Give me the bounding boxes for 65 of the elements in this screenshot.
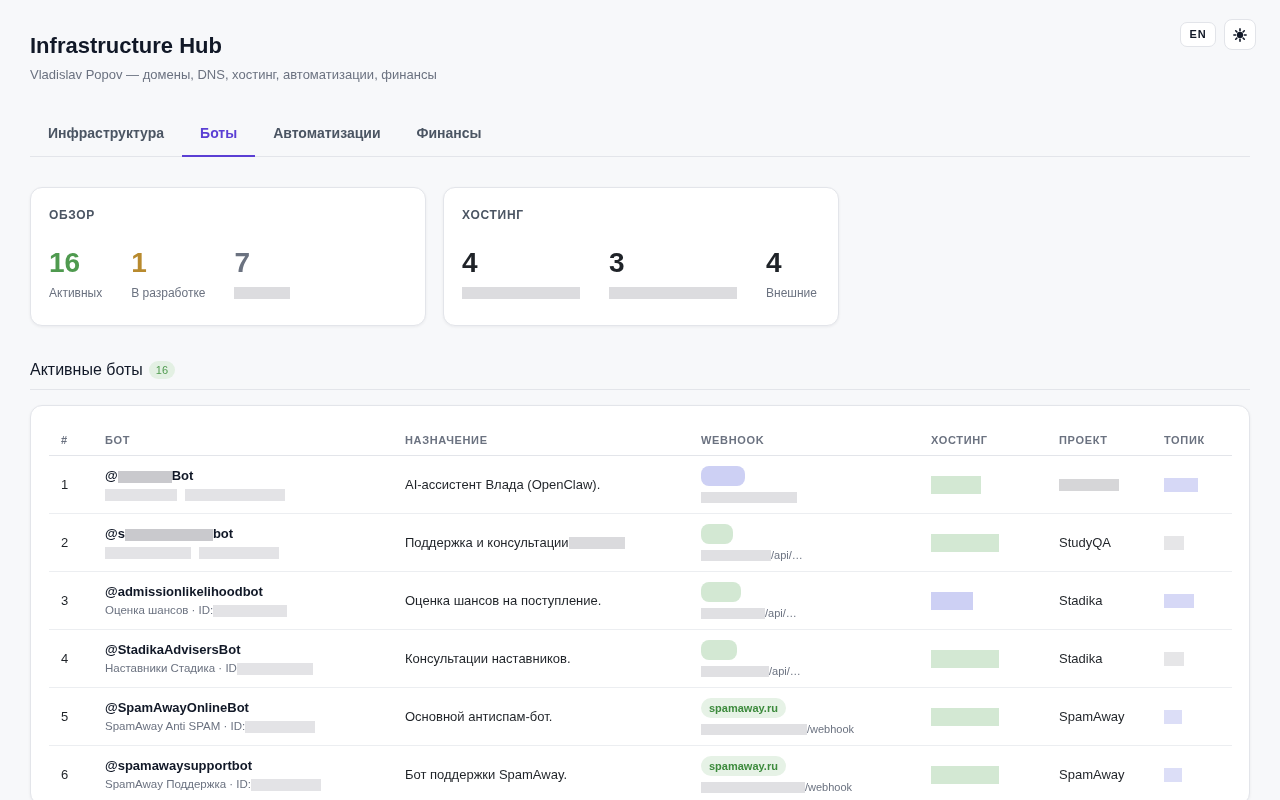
tab[interactable]: Инфраструктура: [30, 111, 183, 157]
stat-value: 7: [234, 246, 252, 280]
stat-label: Внешние: [766, 285, 817, 301]
webhook-url: /api/…: [771, 548, 803, 561]
column-header: WEBHOOK: [689, 423, 919, 456]
card-title: ХОСТИНГ: [462, 207, 525, 223]
purpose-text: AI-ассистент Влада (OpenClaw).: [405, 476, 601, 492]
bot-details: SpamAway Поддержка · ID:: [105, 778, 252, 790]
language-button[interactable]: EN: [1180, 22, 1216, 47]
webhook-url: /api/…: [769, 664, 801, 677]
bot-details: Оценка шансов · ID:: [105, 604, 214, 616]
bot-handle: @SpamAwayOnlineBot: [105, 700, 249, 715]
row-number: 4: [61, 651, 69, 666]
theme-toggle-button[interactable]: [1224, 19, 1256, 50]
column-header: ПРОЕКТ: [1047, 423, 1152, 456]
purpose-text: Поддержка и консультации: [405, 534, 569, 550]
purpose-text: Основной антиспам-бот.: [405, 708, 553, 724]
bot-handle: Bot: [171, 468, 194, 483]
count-badge: 16: [148, 361, 176, 379]
tab[interactable]: Автоматизации: [255, 111, 399, 157]
bot-handle: @spamawaysupportbot: [105, 758, 253, 773]
bot-handle: @admissionlikelihoodbot: [105, 584, 263, 599]
project-name: SpamAway: [1059, 766, 1125, 782]
card-title: ОБЗОР: [49, 207, 97, 223]
webhook-url: /webhook: [805, 780, 853, 793]
stat-value: 4: [462, 246, 479, 280]
domain-badge: spamaway.ru: [701, 755, 786, 776]
sun-icon: [1233, 27, 1247, 42]
webhook-url: /api/…: [765, 606, 797, 619]
purpose-text: Консультации наставников.: [405, 650, 571, 666]
domain-badge: spamaway.ru: [701, 697, 786, 718]
page-title: Infrastructure Hub: [30, 32, 223, 60]
column-header: БОТ: [93, 423, 393, 456]
bot-details: SpamAway Anti SPAM · ID:: [105, 720, 246, 732]
stat-label: В разработке: [131, 285, 206, 301]
stat-label: Активных: [49, 285, 103, 301]
purpose-text: Бот поддержки SpamAway.: [405, 766, 568, 782]
stat-value: 1: [131, 246, 148, 280]
project-name: StudyQA: [1059, 534, 1112, 550]
column-header: #: [49, 423, 93, 456]
tab[interactable]: Боты: [182, 111, 256, 157]
webhook-url: /webhook: [807, 722, 855, 735]
project-name: Stadika: [1059, 650, 1103, 666]
column-header: ТОПИК: [1152, 423, 1232, 456]
bot-handle: @: [105, 468, 118, 483]
column-header: ХОСТИНГ: [919, 423, 1047, 456]
page-subtitle: Vladislav Popov — домены, DNS, хостинг, автоматизации, финансы: [30, 66, 437, 84]
bot-details: Наставники Стадика · ID: [105, 662, 237, 674]
bot-handle: bot: [212, 526, 234, 541]
project-name: Stadika: [1059, 592, 1103, 608]
row-number: 2: [61, 535, 69, 550]
bot-handle: @s: [105, 526, 125, 541]
row-number: 5: [61, 709, 69, 724]
row-number: 6: [61, 767, 69, 782]
stat-value: 16: [49, 246, 82, 280]
project-name: SpamAway: [1059, 708, 1125, 724]
row-number: 1: [61, 477, 69, 492]
purpose-text: Оценка шансов на поступление.: [405, 592, 602, 608]
bot-handle: @StadikaAdvisersBot: [105, 642, 241, 657]
stat-value: 3: [609, 246, 626, 280]
stat-value: 4: [766, 246, 783, 280]
section-title: Активные боты: [30, 360, 143, 380]
row-number: 3: [61, 593, 69, 608]
column-header: НАЗНАЧЕНИЕ: [393, 423, 689, 456]
tab[interactable]: Финансы: [398, 111, 500, 157]
